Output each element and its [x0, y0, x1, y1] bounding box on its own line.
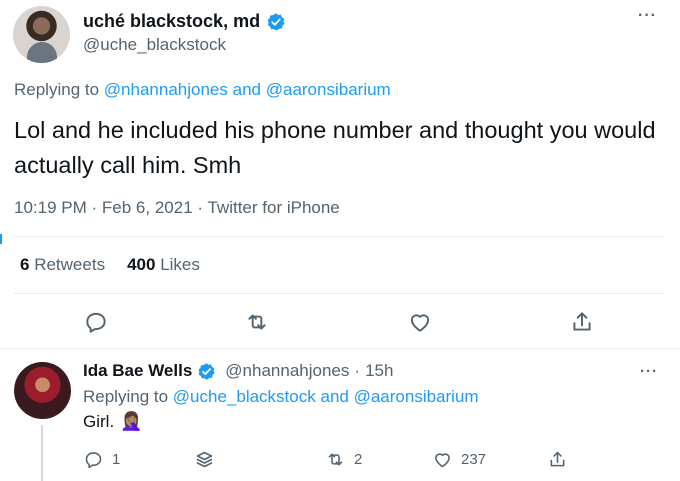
reply-text-row: Girl. 🤦🏽‍♀️: [83, 411, 143, 432]
reply-header: Ida Bae Wells @nhannahjones · 15h: [83, 361, 393, 381]
focus-indicator: [0, 234, 2, 244]
like-count: 237: [461, 451, 487, 468]
replying-to-and: and: [320, 387, 349, 406]
likes-label: Likes: [160, 255, 200, 274]
author-handle[interactable]: @uche_blackstock: [83, 35, 226, 55]
mention-link-2[interactable]: @aaronsibarium: [354, 387, 479, 406]
mention-link-1[interactable]: @nhannahjones: [104, 80, 228, 99]
reply-icon: [85, 452, 102, 469]
reply-icon[interactable]: [83, 309, 109, 335]
verified-badge-icon: [198, 362, 215, 380]
share-icon[interactable]: [569, 309, 595, 335]
likes-count: 400: [127, 255, 156, 274]
thread-line: [41, 425, 43, 481]
mention-link-1[interactable]: @uche_blackstock: [173, 387, 316, 406]
layers-icon: [196, 451, 213, 468]
reply-text: Girl.: [83, 411, 115, 431]
header-separator: ·: [354, 361, 361, 380]
reply-count: 1: [112, 451, 121, 468]
reply-share-button[interactable]: [547, 449, 568, 470]
divider: [14, 236, 664, 237]
more-options-icon[interactable]: ···: [638, 7, 657, 25]
reply-author-handle[interactable]: @nhannahjones: [225, 361, 349, 381]
reply-layers-button[interactable]: [194, 449, 215, 470]
replying-to-and: and: [232, 80, 261, 99]
reply-like-button[interactable]: 237: [432, 449, 486, 470]
meta-separator: ·: [91, 198, 98, 217]
likes-stat[interactable]: 400 Likes: [127, 255, 200, 275]
tweet-meta: 10:19 PM · Feb 6, 2021 · Twitter for iPh…: [14, 198, 340, 218]
tweet-text: Lol and he included his phone number and…: [14, 117, 656, 178]
divider: [0, 348, 680, 349]
replying-to: Replying to @nhannahjones and @aaronsiba…: [14, 80, 391, 100]
author-name-row[interactable]: uché blackstock, md: [83, 11, 286, 32]
reply-more-options-icon[interactable]: ···: [640, 363, 658, 380]
tweet-source[interactable]: Twitter for iPhone: [207, 198, 339, 217]
retweets-count: 6: [20, 255, 30, 274]
reply-replying-to: Replying to @uche_blackstock and @aarons…: [83, 387, 479, 407]
divider: [14, 293, 664, 294]
author-avatar[interactable]: [13, 6, 70, 63]
mention-link-2[interactable]: @aaronsibarium: [266, 80, 391, 99]
retweets-stat[interactable]: 6 Retweets: [20, 255, 105, 275]
author-name[interactable]: uché blackstock, md: [83, 11, 260, 32]
verified-badge-icon: [267, 12, 285, 31]
replying-to-label: Replying to: [83, 387, 169, 406]
reply-author-name[interactable]: Ida Bae Wells: [83, 361, 192, 381]
retweet-icon[interactable]: [244, 309, 270, 335]
engagement-stats: 6 Retweets 400 Likes: [20, 255, 200, 275]
replying-to-label: Replying to: [14, 80, 100, 99]
retweet-icon: [328, 453, 343, 466]
reply-retweet-button[interactable]: 2: [325, 449, 362, 470]
tweet-time[interactable]: 10:19 PM: [14, 198, 87, 217]
retweet-count: 2: [354, 451, 363, 468]
reply-reply-button[interactable]: 1: [83, 449, 120, 470]
like-icon[interactable]: [407, 309, 433, 335]
retweets-label: Retweets: [34, 255, 106, 274]
like-icon: [435, 453, 450, 468]
meta-separator: ·: [197, 198, 204, 217]
facepalm-emoji-icon: 🤦🏽‍♀️: [120, 411, 143, 431]
share-icon: [550, 451, 565, 467]
reply-author-avatar[interactable]: [14, 362, 71, 419]
tweet-date[interactable]: Feb 6, 2021: [102, 198, 193, 217]
reply-timestamp[interactable]: 15h: [365, 361, 393, 381]
